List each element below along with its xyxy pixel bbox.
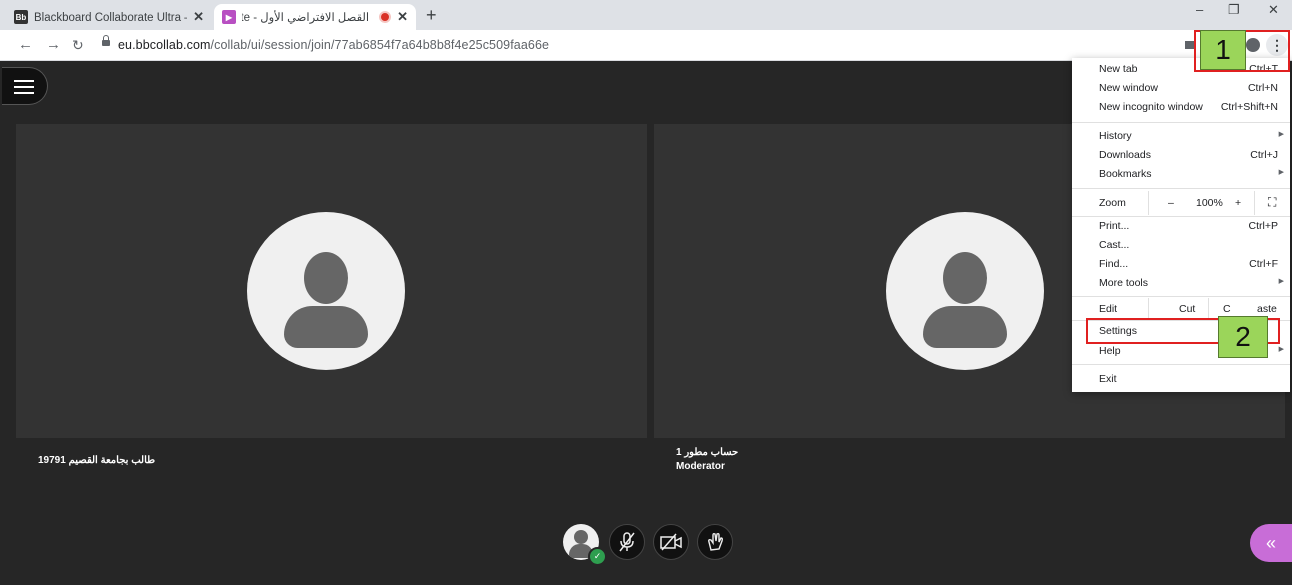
avatar-head [943, 252, 987, 304]
menu-divider [1148, 191, 1149, 215]
menu-item-label: Downloads [1099, 149, 1151, 161]
menu-item-zoom: Zoom – 100% + ⛶ [1072, 191, 1290, 215]
menu-item-bookmarks[interactable]: Bookmarks ▶ [1072, 165, 1290, 184]
step-badge-1: 1 [1200, 30, 1246, 70]
browser-tab-collaborate[interactable]: ▶ القصل الافتراضي الأول - ‪orate ✕ [214, 4, 416, 30]
menu-item-label: Edit [1099, 303, 1118, 315]
menu-item-shortcut: Ctrl+N [1247, 82, 1278, 94]
browser-tab-blackboard[interactable]: Bb Blackboard Collaborate Ultra – ‫بـ ✕ [6, 4, 212, 30]
avatar-head [574, 530, 588, 544]
lock-icon [102, 35, 110, 46]
participant-video-tile [16, 124, 647, 438]
submenu-arrow-icon: ▶ [1278, 346, 1284, 353]
recording-icon [379, 11, 392, 23]
submenu-arrow-icon: ▶ [1278, 131, 1284, 138]
participant-name: 19791 طالب بجامعة القصيم [38, 455, 156, 466]
zoom-level: 100% [1196, 197, 1223, 209]
tab-close-icon[interactable]: ✕ [193, 9, 204, 25]
blackboard-favicon-icon: Bb [14, 10, 28, 24]
participant-name: حساب مطور 1 [676, 447, 739, 458]
check-icon: ✓ [588, 547, 607, 566]
browser-tab-strip: Bb Blackboard Collaborate Ultra – ‫بـ ✕ … [0, 0, 1292, 30]
menu-icon [14, 80, 34, 82]
microphone-button[interactable] [609, 524, 645, 560]
tab-title: القصل الافتراضي الأول - ‪orate [242, 12, 370, 24]
participant-avatar [247, 212, 405, 370]
reload-icon[interactable]: ↻ [72, 36, 84, 54]
menu-item-label: Print... [1099, 220, 1130, 232]
url-host: eu.bbcollab.com [118, 38, 211, 52]
menu-item-shortcut: Ctrl+Shift+N [1220, 101, 1278, 113]
back-icon[interactable]: ← [18, 36, 33, 54]
menu-item-new-window[interactable]: New window Ctrl+N [1072, 79, 1290, 98]
restore-icon[interactable]: ❐ [1228, 2, 1240, 18]
menu-item-label: New window [1099, 82, 1158, 94]
zoom-in-button[interactable]: + [1235, 197, 1241, 209]
new-tab-button[interactable]: + [426, 4, 437, 26]
menu-item-shortcut: Ctrl+P [1248, 220, 1278, 232]
menu-divider [1254, 191, 1255, 215]
menu-item-label: Help [1099, 345, 1121, 357]
url-field[interactable]: eu.bbcollab.com/collab/ui/session/join/7… [118, 38, 549, 52]
participant-avatar [886, 212, 1044, 370]
tab-close-icon[interactable]: ✕ [397, 9, 408, 25]
menu-item-label: Bookmarks [1099, 168, 1152, 180]
participant-nameplate: حساب مطور 1 Moderator [654, 438, 1285, 486]
menu-item-label: Find... [1099, 258, 1129, 270]
paste-button[interactable]: aste [1257, 303, 1277, 315]
menu-item-print[interactable]: Print... Ctrl+P [1072, 217, 1290, 236]
menu-item-label: More tools [1099, 277, 1149, 289]
chevron-double-left-icon: « [1265, 533, 1276, 553]
menu-item-shortcut: Ctrl+F [1249, 258, 1278, 270]
menu-item-label: Zoom [1099, 197, 1126, 209]
zoom-out-button[interactable]: – [1168, 197, 1174, 209]
menu-separator [1072, 122, 1290, 123]
participant-role: Moderator [676, 461, 725, 472]
cut-button[interactable]: Cut [1179, 303, 1195, 315]
collaborate-favicon-icon: ▶ [222, 10, 236, 24]
camera-button[interactable] [653, 524, 689, 560]
menu-separator [1072, 364, 1290, 365]
menu-item-history[interactable]: History ▶ [1072, 127, 1290, 146]
submenu-arrow-icon: ▶ [1278, 278, 1284, 285]
camera-off-icon [660, 533, 682, 551]
submenu-arrow-icon: ▶ [1278, 169, 1284, 176]
menu-item-label: New incognito window [1099, 101, 1203, 113]
menu-item-label: New tab [1099, 63, 1138, 75]
tab-title: Blackboard Collaborate Ultra – ‫بـ [34, 12, 187, 24]
mic-off-icon [619, 532, 635, 552]
menu-icon-bar [14, 86, 34, 88]
raise-hand-icon [708, 532, 724, 551]
menu-divider [1148, 298, 1149, 320]
menu-item-find[interactable]: Find... Ctrl+F [1072, 255, 1290, 274]
avatar-body [923, 306, 1007, 348]
menu-item-more-tools[interactable]: More tools ▶ [1072, 274, 1290, 293]
menu-item-label: Cast... [1099, 239, 1130, 251]
menu-item-label: History [1099, 130, 1132, 142]
menu-icon-bar [14, 92, 34, 94]
participant-nameplate: 19791 طالب بجامعة القصيم [16, 438, 647, 486]
forward-icon[interactable]: → [46, 36, 61, 54]
close-window-icon[interactable]: ✕ [1268, 2, 1279, 18]
menu-item-new-incognito-window[interactable]: New incognito window Ctrl+Shift+N [1072, 98, 1290, 117]
menu-item-label: Exit [1099, 373, 1117, 385]
menu-item-cast[interactable]: Cast... [1072, 236, 1290, 255]
url-path: /collab/ui/session/join/77ab6854f7a64b8b… [210, 38, 550, 52]
fullscreen-icon[interactable]: ⛶ [1268, 195, 1276, 210]
minimize-icon[interactable]: – [1196, 2, 1203, 17]
menu-item-shortcut: Ctrl+J [1250, 149, 1278, 161]
avatar-body [284, 306, 368, 348]
avatar-head [304, 252, 348, 304]
raise-hand-button[interactable] [697, 524, 733, 560]
menu-item-downloads[interactable]: Downloads Ctrl+J [1072, 146, 1290, 165]
copy-button[interactable]: C [1223, 303, 1231, 315]
step-badge-2: 2 [1218, 316, 1268, 358]
session-menu-button[interactable] [2, 67, 48, 105]
menu-item-exit[interactable]: Exit [1072, 370, 1290, 389]
menu-separator [1072, 188, 1290, 189]
collaborate-panel-button[interactable]: « [1250, 524, 1292, 562]
menu-separator [1072, 296, 1290, 297]
menu-divider [1208, 298, 1209, 320]
address-bar: ← → ↻ eu.bbcollab.com/collab/ui/session/… [0, 30, 1292, 61]
